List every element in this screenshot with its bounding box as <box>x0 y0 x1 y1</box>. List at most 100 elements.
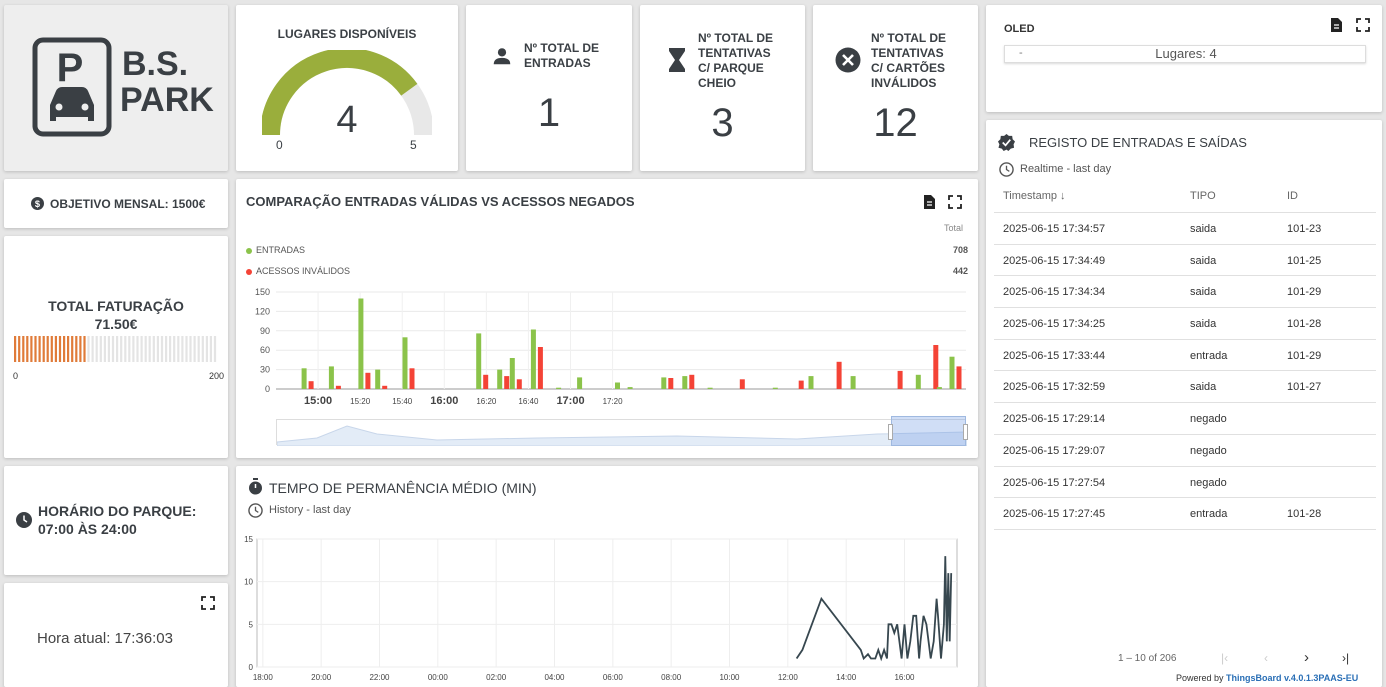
column-header-timestamp[interactable]: Timestamp ↓ <box>1003 190 1066 202</box>
x-tick-label: 06:00 <box>603 673 624 682</box>
bar-acessos-invalidos <box>668 378 674 389</box>
faturacao-max: 200 <box>209 371 225 381</box>
progress-tick <box>34 336 37 362</box>
bar-acessos-invalidos <box>382 385 388 389</box>
cell-tipo: negado <box>1190 476 1227 489</box>
cell-id: 101-28 <box>1287 318 1322 331</box>
column-header-id[interactable]: ID <box>1287 190 1298 202</box>
cell-timestamp: 2025-06-15 17:32:59 <box>1003 381 1106 394</box>
hourglass-icon <box>669 48 685 72</box>
progress-tick <box>107 336 110 362</box>
bar-acessos-invalidos <box>516 379 522 389</box>
table-row[interactable]: 2025-06-15 17:34:25 saida 101-28 <box>994 308 1376 340</box>
prev-page-icon[interactable]: ‹ <box>1264 651 1268 665</box>
fullscreen-icon[interactable] <box>948 195 962 209</box>
series-line <box>795 556 953 662</box>
tentativas-invalidos-value: 12 <box>873 101 918 145</box>
bar-entradas <box>936 387 942 389</box>
horario-line1: HORÁRIO DO PARQUE: <box>38 503 197 519</box>
cell-timestamp: 2025-06-15 17:29:07 <box>1003 444 1106 457</box>
table-row[interactable]: 2025-06-15 17:33:44 entrada 101-29 <box>994 340 1376 372</box>
legend-item[interactable]: ACESSOS INVÁLIDOS 442 <box>246 265 968 279</box>
fullscreen-icon[interactable] <box>1356 18 1370 32</box>
y-tick-label: 60 <box>260 345 270 355</box>
legend-swatch-invalidos <box>246 269 252 275</box>
tentativas-cheio-title: Nº TOTAL DE TENTATIVAS C/ PARQUE CHEIO <box>698 31 798 91</box>
progress-tick <box>63 336 66 362</box>
x-tick-label: 17:20 <box>603 397 624 406</box>
cell-tipo: saida <box>1190 254 1217 267</box>
cell-tipo: saida <box>1190 286 1217 299</box>
progress-tick <box>156 336 159 362</box>
cell-timestamp: 2025-06-15 17:34:25 <box>1003 318 1106 331</box>
cell-timestamp: 2025-06-15 17:34:34 <box>1003 286 1106 299</box>
export-file-icon[interactable] <box>922 195 936 209</box>
tentativas-cheio-title-line: C/ PARQUE <box>698 61 764 75</box>
y-tick-label: 120 <box>255 306 270 316</box>
zoom-slider[interactable] <box>276 416 968 446</box>
progress-tick <box>128 336 131 362</box>
progress-tick <box>30 336 33 362</box>
bar-entradas <box>497 369 503 389</box>
first-page-icon[interactable]: |‹ <box>1221 651 1228 665</box>
table-row[interactable]: 2025-06-15 17:27:54 negado <box>994 467 1376 499</box>
x-tick-label: 16:00 <box>430 395 458 407</box>
bar-acessos-invalidos <box>689 374 695 389</box>
table-row[interactable]: 2025-06-15 17:34:49 saida 101-25 <box>994 245 1376 277</box>
progress-tick <box>79 336 82 362</box>
cell-timestamp: 2025-06-15 17:27:45 <box>1003 508 1106 521</box>
progress-tick <box>22 336 25 362</box>
registo-subtitle: Realtime - last day <box>1020 163 1112 175</box>
cancel-circle-icon <box>835 47 861 73</box>
cell-timestamp: 2025-06-15 17:34:49 <box>1003 254 1106 267</box>
bar-entradas <box>577 377 583 389</box>
cell-id: 101-23 <box>1287 223 1322 235</box>
cell-tipo: negado <box>1190 413 1227 426</box>
export-file-icon[interactable] <box>1329 18 1343 32</box>
x-tick-label: 08:00 <box>661 673 682 682</box>
progress-tick <box>213 336 217 362</box>
progress-tick <box>103 336 106 362</box>
last-page-icon[interactable]: ›| <box>1342 651 1349 665</box>
x-tick-label: 16:20 <box>476 397 497 406</box>
tempo-subtitle: History - last day <box>269 504 351 516</box>
stopwatch-icon <box>249 478 262 495</box>
zoom-handle-right[interactable] <box>963 424 968 440</box>
column-header-tipo[interactable]: TIPO <box>1190 190 1216 202</box>
table-row[interactable]: 2025-06-15 17:34:34 saida 101-29 <box>994 276 1376 309</box>
x-tick-label: 16:00 <box>894 673 915 682</box>
x-tick-label: 15:20 <box>350 397 371 406</box>
tentativas-invalidos-card: Nº TOTAL DE TENTATIVAS C/ CARTÕES INVÁLI… <box>813 5 978 171</box>
bar-entradas <box>615 382 620 389</box>
table-row[interactable]: 2025-06-15 17:34:57 saida 101-23 <box>994 213 1376 245</box>
svg-text:P: P <box>57 46 84 90</box>
table-row[interactable]: 2025-06-15 17:27:45 entrada 101-28 <box>994 498 1376 530</box>
bar-entradas <box>358 298 364 389</box>
table-row[interactable]: 2025-06-15 17:29:14 negado <box>994 403 1376 435</box>
progress-tick <box>140 336 143 362</box>
thingsboard-link[interactable]: ThingsBoard v.4.0.1.3PAAS-EU <box>1226 673 1358 683</box>
verified-badge-icon <box>998 134 1015 151</box>
zoom-window[interactable] <box>891 416 966 446</box>
registo-card: REGISTO DE ENTRADAS E SAÍDAS Realtime - … <box>986 120 1382 687</box>
x-tick-label: 15:00 <box>304 395 332 407</box>
x-tick-label: 04:00 <box>544 673 565 682</box>
bar-entradas <box>375 369 381 389</box>
tempo-card: TEMPO DE PERMANÊNCIA MÉDIO (MIN) History… <box>236 466 978 687</box>
legend-item[interactable]: ENTRADAS 708 <box>246 244 968 258</box>
plot-border <box>256 538 958 668</box>
next-page-icon[interactable]: › <box>1304 649 1309 666</box>
zoom-handle-left[interactable] <box>888 424 893 440</box>
realtime-clock-icon <box>999 162 1014 177</box>
powered-by: Powered by ThingsBoard v.4.0.1.3PAAS-EU <box>1176 673 1358 683</box>
entradas-title: Nº TOTAL DE ENTRADAS <box>524 41 600 70</box>
table-header: Timestamp ↓ TIPO ID <box>994 181 1376 213</box>
table-row[interactable]: 2025-06-15 17:32:59 saida 101-27 <box>994 371 1376 404</box>
hora-label: Hora atual: 17:36:03 <box>37 630 173 647</box>
fullscreen-icon[interactable] <box>201 596 215 610</box>
bar-entradas <box>402 337 408 389</box>
progress-tick <box>50 336 53 362</box>
bar-entradas <box>301 368 307 389</box>
progress-tick <box>87 336 90 362</box>
table-row[interactable]: 2025-06-15 17:29:07 negado <box>994 435 1376 467</box>
